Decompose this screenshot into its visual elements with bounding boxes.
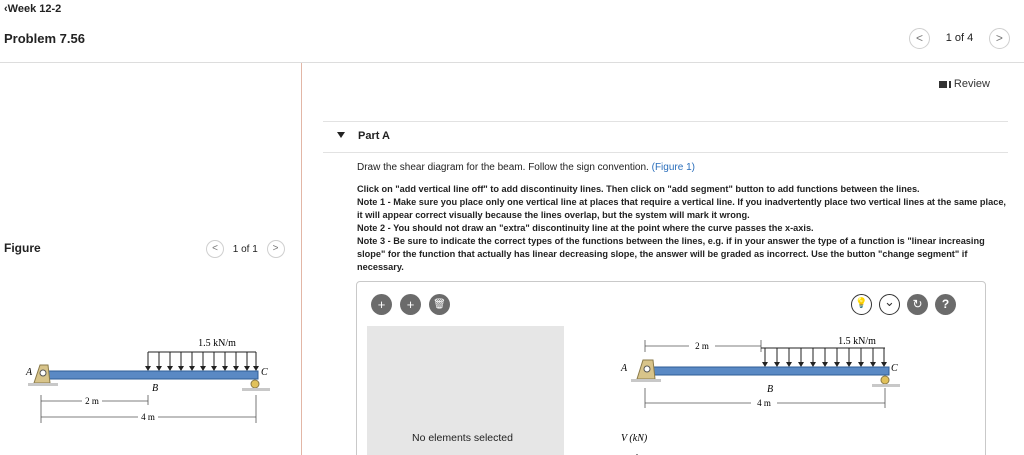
- next-figure-button[interactable]: >: [266, 240, 285, 258]
- back-label: Week 12-2: [7, 3, 62, 15]
- hint-button[interactable]: 💡: [851, 294, 872, 315]
- point-a-label: A: [25, 367, 33, 378]
- header: ‹Week 12-2 Problem 7.56 < 1 of 4 >: [0, 0, 1024, 62]
- pin-a: [39, 369, 47, 377]
- help-button[interactable]: ?: [935, 294, 956, 315]
- reset-icon: ↻: [912, 297, 923, 311]
- add-vertical-line-button[interactable]: +: [371, 294, 392, 315]
- trash-icon: 🗑: [433, 299, 446, 310]
- canvas-dim-long-label: 4 m: [757, 398, 771, 408]
- beam-figure: 1.5 kN/m A B C 2 m 4 m: [25, 338, 270, 423]
- shear-diagram-canvas[interactable]: 1.5 kN/m 2 m A B C 4 m V (kN): [565, 326, 985, 455]
- add-segment-button[interactable]: +: [400, 294, 421, 315]
- no-selection-text: No elements selected: [412, 432, 513, 444]
- book-icon: [938, 80, 949, 88]
- instruction-line: Note 2 - You should not draw an "extra" …: [357, 223, 814, 233]
- problem-pager-count: 1 of 4: [945, 31, 974, 44]
- problem-title: Problem 7.56: [4, 31, 85, 46]
- figure-pager-count: 1 of 1: [232, 243, 258, 255]
- figure-pane: Figure < 1 of 1 > 1.5 kN/m A B C 2 m 4 m: [0, 63, 302, 455]
- roller-c: [250, 379, 260, 389]
- figure-label: Figure: [4, 241, 41, 255]
- canvas-svg: 1.5 kN/m 2 m A B C 4 m V (kN): [620, 336, 900, 455]
- options-dropdown-button[interactable]: ⌄: [879, 294, 900, 315]
- instruction-line: Click on "add vertical line off" to add …: [357, 184, 920, 194]
- question-text: Draw the shear diagram for the beam. Fol…: [357, 162, 695, 173]
- reset-button[interactable]: ↻: [907, 294, 928, 315]
- canvas-point-a-label: A: [620, 363, 628, 374]
- point-c-label: C: [261, 367, 268, 378]
- plus-icon: +: [406, 297, 415, 312]
- canvas-roller-c: [880, 375, 890, 385]
- instruction-line: Note 1 - Make sure you place only one ve…: [357, 197, 1006, 220]
- back-link[interactable]: ‹Week 12-2: [4, 3, 61, 15]
- part-title: Part A: [358, 130, 390, 142]
- dim-short-label: 2 m: [85, 396, 99, 406]
- canvas-ground-c: [872, 384, 900, 387]
- delete-button[interactable]: 🗑: [429, 294, 450, 315]
- element-properties-panel: No elements selected: [367, 326, 564, 455]
- chevron-down-icon: ⌄: [884, 294, 895, 309]
- question-pane: Review Part A Draw the shear diagram for…: [303, 63, 1024, 455]
- load-arrowheads: [145, 366, 259, 371]
- canvas-load-label: 1.5 kN/m: [838, 336, 876, 347]
- part-header[interactable]: Part A: [323, 121, 1008, 153]
- canvas-point-c-label: C: [891, 363, 898, 374]
- canvas-dim-short-label: 2 m: [695, 341, 709, 351]
- next-problem-button[interactable]: >: [988, 28, 1010, 49]
- load-label: 1.5 kN/m: [198, 338, 236, 349]
- canvas-point-b-label: B: [767, 384, 773, 395]
- prev-figure-button[interactable]: <: [206, 240, 224, 258]
- problem-pager: < 1 of 4 >: [909, 28, 1010, 50]
- figure-pager: < 1 of 1 >: [206, 240, 285, 258]
- help-icon: ?: [941, 297, 950, 311]
- review-label: Review: [953, 78, 990, 90]
- instruction-line: Note 3 - Be sure to indicate the correct…: [357, 236, 985, 272]
- lightbulb-icon: 💡: [855, 298, 868, 309]
- dim-long-label: 4 m: [141, 412, 155, 422]
- beam-body: [39, 370, 259, 380]
- canvas-beam-body: [642, 366, 890, 376]
- shear-axis-label: V (kN): [621, 433, 648, 444]
- drawing-workspace: + + 🗑 💡 ⌄ ↻ ? No elements selected 1.5 k…: [356, 281, 986, 455]
- ground-a: [28, 383, 58, 386]
- question-body: Draw the shear diagram for the beam. Fol…: [357, 162, 649, 173]
- app-root: ‹Week 12-2 Problem 7.56 < 1 of 4 > Figur…: [0, 0, 1024, 455]
- canvas-ground-a: [631, 379, 661, 382]
- instructions: Click on "add vertical line off" to add …: [357, 183, 1012, 274]
- canvas-pin-a: [643, 365, 651, 373]
- pencil-plus-icon: +: [377, 297, 386, 312]
- review-link[interactable]: Review: [938, 78, 990, 90]
- ground-c: [242, 388, 270, 391]
- figure-link[interactable]: (Figure 1): [652, 162, 695, 173]
- prev-problem-button[interactable]: <: [909, 28, 930, 49]
- caret-down-icon: [337, 132, 345, 138]
- canvas-load-arrowheads: [762, 362, 887, 367]
- point-b-label: B: [152, 383, 158, 394]
